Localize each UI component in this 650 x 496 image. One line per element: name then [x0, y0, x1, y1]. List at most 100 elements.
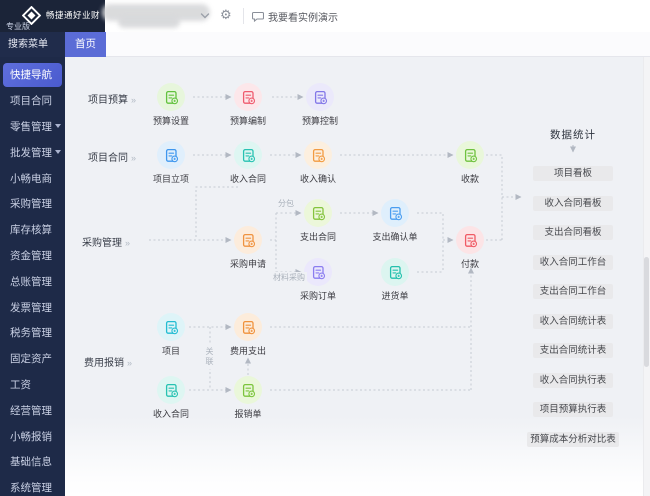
stat-button-10[interactable]: 预算成本分析对比表: [527, 432, 619, 447]
expense-contract-icon: [304, 199, 332, 227]
flow-node-expense-confirm-sheet[interactable]: 支出确认单: [357, 199, 433, 243]
flow-node-label: 进货单: [357, 289, 433, 302]
income-confirm-icon: [304, 141, 332, 169]
flow-node-income-contract[interactable]: 收入合同: [210, 141, 286, 185]
double-arrow-icon: »: [125, 238, 129, 248]
expense-spending-icon: [234, 313, 262, 341]
budget-control-icon: [306, 83, 334, 111]
sidebar-item-4[interactable]: 批发管理: [0, 139, 65, 165]
sidebar-item-12[interactable]: 固定资产: [0, 346, 65, 372]
double-arrow-icon: »: [127, 358, 131, 368]
sidebar-item-16[interactable]: 基础信息: [0, 449, 65, 475]
income-contract-2-icon: [157, 376, 185, 404]
logo-block: 畅捷通好业财 专业版: [0, 0, 105, 32]
expense-confirm-sheet-icon: [381, 199, 409, 227]
sidebar-item-label: 项目合同: [10, 93, 52, 108]
stat-button-7[interactable]: 支出合同统计表: [533, 343, 613, 358]
sidebar-item-label: 零售管理: [10, 119, 52, 134]
flow-node-reimburse-sheet[interactable]: 报销单: [210, 376, 286, 420]
sidebar-item-label: 小畅报销: [10, 429, 52, 444]
stat-button-4[interactable]: 收入合同工作台: [533, 255, 613, 270]
sidebar-item-13[interactable]: 工资: [0, 372, 65, 398]
sidebar-item-9[interactable]: 总账管理: [0, 268, 65, 294]
demo-link[interactable]: 我要看实例演示: [252, 9, 338, 24]
sidebar-item-3[interactable]: 零售管理: [0, 114, 65, 140]
budget-setting-icon: [157, 83, 185, 111]
flow-row-label-project-budget: 项目预算»: [88, 91, 135, 106]
flow-node-budget-setting[interactable]: 预算设置: [133, 83, 209, 127]
purchase-order-icon: [304, 258, 332, 286]
sidebar-item-label: 税务管理: [10, 325, 52, 340]
branch-label-subcontract: 分包: [278, 198, 294, 209]
stat-button-9[interactable]: 项目预算执行表: [533, 402, 613, 417]
flow-node-income-confirm[interactable]: 收入确认: [280, 141, 356, 185]
sidebar-item-label: 采购管理: [10, 196, 52, 211]
tab-首页[interactable]: 首页: [65, 32, 106, 57]
sidebar-item-2[interactable]: 项目合同: [0, 88, 65, 114]
sidebar-item-5[interactable]: 小畅电商: [0, 165, 65, 191]
flow-row-label-expense-reimburse: 费用报销»: [84, 354, 131, 369]
scrollbar-thumb[interactable]: [644, 257, 649, 367]
stat-button-6[interactable]: 收入合同统计表: [533, 314, 613, 329]
caret-down-icon: [55, 124, 61, 128]
branch-label-material-purchase: 材料采购: [271, 272, 307, 283]
sidebar-item-label: 快捷导航: [10, 67, 52, 82]
flow-node-purchase-request[interactable]: 采购申请: [210, 226, 286, 270]
flow-row-label-purchase-mgmt: 采购管理»: [82, 234, 129, 249]
top-header: 畅捷通好业财 专业版 ⚙ 我要看实例演示: [0, 0, 650, 32]
redacted-company-name-2: [118, 16, 180, 28]
main-content: 项目预算»项目合同»采购管理»费用报销» 预算设置预算编制预算控制项目立项收入合…: [65, 57, 650, 496]
flow-node-payment[interactable]: 付款: [432, 226, 508, 270]
reimburse-sheet-icon: [234, 376, 262, 404]
flow-node-label: 支出确认单: [357, 230, 433, 243]
flow-node-income-contract-2[interactable]: 收入合同: [133, 376, 209, 420]
chevron-down-icon[interactable]: [200, 12, 210, 20]
project-icon: [157, 313, 185, 341]
gear-icon[interactable]: ⚙: [220, 8, 232, 24]
flow-node-label: 采购申请: [210, 257, 286, 270]
flow-node-expense-spending[interactable]: 费用支出: [210, 313, 286, 357]
sidebar-item-label: 系统管理: [10, 480, 52, 495]
project-initiation-icon: [157, 141, 185, 169]
sidebar-item-label: 基础信息: [10, 454, 52, 469]
stat-button-2[interactable]: 收入合同看板: [533, 196, 613, 211]
sidebar-item-11[interactable]: 税务管理: [0, 320, 65, 346]
branch-label-association: 关联: [204, 345, 215, 369]
stat-button-1[interactable]: 项目看板: [533, 166, 613, 181]
stat-button-3[interactable]: 支出合同看板: [533, 225, 613, 240]
sidebar-item-1[interactable]: 快捷导航: [3, 63, 62, 87]
search-menu-button[interactable]: 搜索菜单: [0, 32, 65, 57]
flow-node-goods-receipt-sheet[interactable]: 进货单: [357, 258, 433, 302]
sidebar-item-8[interactable]: 资金管理: [0, 243, 65, 269]
scrollbar-track[interactable]: [643, 57, 650, 496]
sidebar-item-14[interactable]: 经营管理: [0, 397, 65, 423]
speech-bubble-icon: [252, 11, 264, 22]
brand-name: 畅捷通好业财: [46, 9, 100, 21]
flow-node-project-initiation[interactable]: 项目立项: [133, 141, 209, 185]
flow-node-budget-control[interactable]: 预算控制: [282, 83, 358, 127]
flow-node-receipt-money[interactable]: 收款: [432, 141, 508, 185]
sidebar-item-10[interactable]: 发票管理: [0, 294, 65, 320]
edition-label: 专业版: [6, 21, 30, 32]
flow-node-label: 预算编制: [210, 114, 286, 127]
sidebar-item-7[interactable]: 库存核算: [0, 217, 65, 243]
flow-row-label-project-contract: 项目合同»: [88, 149, 135, 164]
stats-title: 数据统计: [533, 127, 613, 142]
flow-node-label: 项目立项: [133, 172, 209, 185]
sidebar-item-15[interactable]: 小畅报销: [0, 423, 65, 449]
flow-node-label: 报销单: [210, 407, 286, 420]
demo-link-label: 我要看实例演示: [268, 9, 338, 24]
sidebar-item-label: 总账管理: [10, 274, 52, 289]
budget-compile-icon: [234, 83, 262, 111]
sidebar-item-17[interactable]: 系统管理: [0, 475, 65, 496]
sidebar-item-6[interactable]: 采购管理: [0, 191, 65, 217]
stat-button-5[interactable]: 支出合同工作台: [533, 284, 613, 299]
flow-node-label: 付款: [432, 257, 508, 270]
stat-button-8[interactable]: 收入合同执行表: [533, 373, 613, 388]
flow-node-budget-compile[interactable]: 预算编制: [210, 83, 286, 127]
sidebar-item-label: 资金管理: [10, 248, 52, 263]
income-contract-icon: [234, 141, 262, 169]
goods-receipt-sheet-icon: [381, 258, 409, 286]
header-divider: [243, 8, 244, 24]
flow-node-project[interactable]: 项目: [133, 313, 209, 357]
